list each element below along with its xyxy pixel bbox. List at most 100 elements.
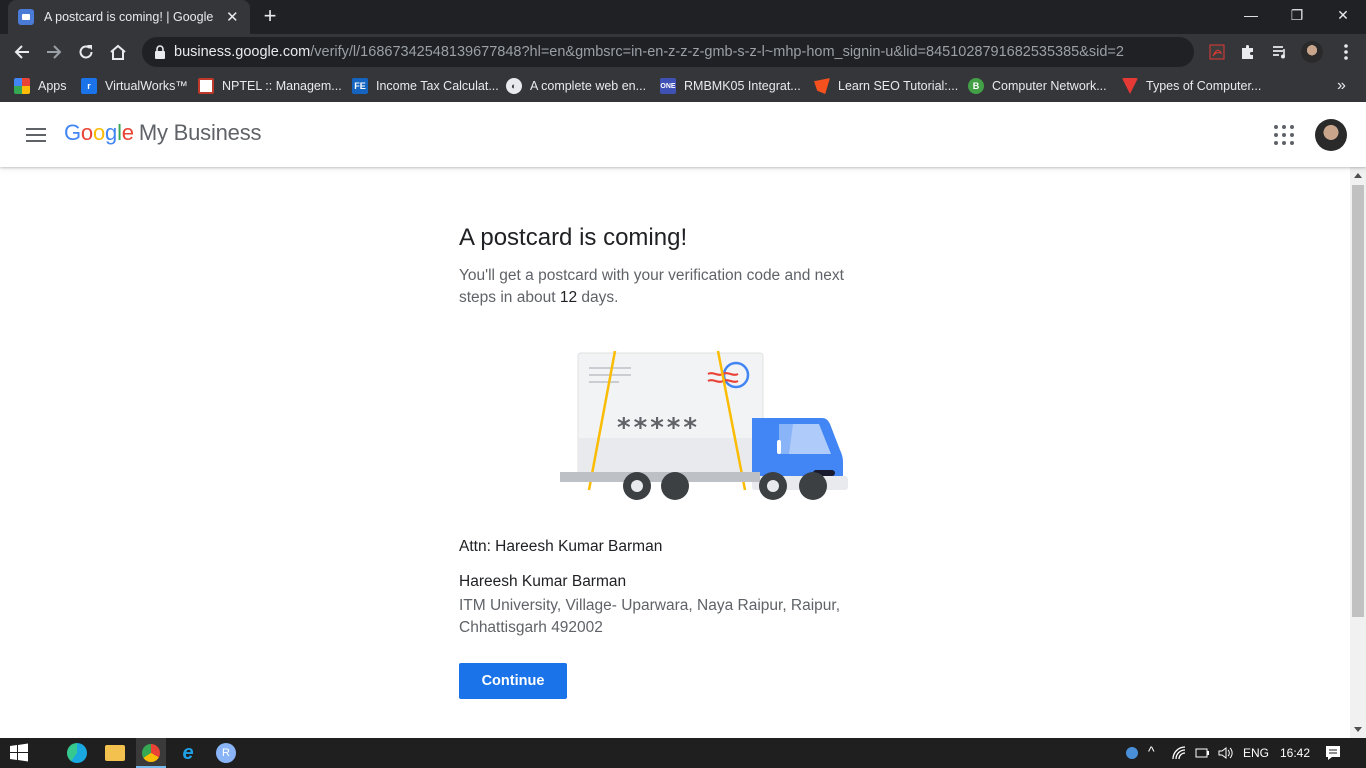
logo-letter: g bbox=[105, 120, 118, 145]
bookmark-virtualworks[interactable]: r VirtualWorks™ bbox=[81, 76, 188, 96]
one-icon: ONE bbox=[660, 78, 676, 94]
restore-button[interactable]: ❐ bbox=[1274, 0, 1320, 30]
logo-product-name: My Business bbox=[138, 120, 262, 145]
windows-taskbar: e R ^ ENG 16:42 bbox=[0, 738, 1366, 768]
help-tray-icon[interactable] bbox=[1126, 747, 1138, 759]
bookmark-computer-network[interactable]: B Computer Network... bbox=[968, 76, 1107, 96]
bookmark-apps[interactable]: Apps bbox=[14, 76, 67, 96]
scroll-up-icon[interactable] bbox=[1354, 173, 1362, 178]
battery-icon[interactable] bbox=[1194, 745, 1210, 761]
recipient-address: ITM University, Village- Uparwara, Naya … bbox=[459, 597, 841, 636]
address-bar[interactable]: business.google.com/verify/l/16867342548… bbox=[142, 37, 1194, 67]
recipient-name: Hareesh Kumar Barman bbox=[459, 573, 627, 590]
tab-title: A postcard is coming! | Google My Busine… bbox=[44, 10, 213, 24]
attn-line: Attn: Hareesh Kumar Barman bbox=[459, 538, 663, 555]
url-text: business.google.com/verify/l/16867342548… bbox=[174, 44, 1124, 60]
bookmark-types-computer[interactable]: Types of Computer... bbox=[1122, 76, 1261, 96]
close-window-button[interactable]: ✕ bbox=[1320, 0, 1366, 30]
google-my-business-logo[interactable]: Google My Business bbox=[64, 120, 262, 146]
chevron-up-icon[interactable]: ^ bbox=[1148, 743, 1155, 759]
lock-icon bbox=[155, 45, 165, 59]
chrome-icon bbox=[142, 744, 160, 762]
internet-explorer-icon[interactable]: e bbox=[178, 743, 198, 763]
profile-button[interactable] bbox=[1298, 38, 1326, 66]
account-avatar[interactable] bbox=[1315, 119, 1347, 151]
r-app-icon[interactable]: R bbox=[216, 743, 236, 763]
bookmark-label: RMBMK05 Integrat... bbox=[684, 79, 801, 93]
clock[interactable]: 16:42 bbox=[1280, 746, 1310, 760]
more-vert-icon bbox=[1344, 44, 1348, 60]
postcard-code: ***** bbox=[617, 413, 700, 443]
virtualworks-icon: r bbox=[81, 78, 97, 94]
puzzle-icon bbox=[1242, 45, 1253, 59]
gmb-favicon-icon bbox=[18, 9, 34, 25]
logo-letter: G bbox=[64, 120, 81, 145]
volume-icon[interactable] bbox=[1217, 745, 1233, 761]
scroll-down-icon[interactable] bbox=[1354, 727, 1362, 732]
scrollbar-thumb[interactable] bbox=[1352, 185, 1364, 617]
extensions-button[interactable] bbox=[1234, 38, 1262, 66]
bookmark-income-tax[interactable]: FE Income Tax Calculat... bbox=[352, 76, 499, 96]
url-host: business.google.com bbox=[174, 44, 311, 60]
pdf-icon bbox=[1209, 44, 1225, 60]
days-count: 12 bbox=[559, 289, 578, 306]
arrow-right-icon bbox=[47, 45, 62, 59]
bookmarks-bar: Apps r VirtualWorks™ NPTEL :: Managem...… bbox=[0, 70, 1366, 102]
bookmark-label: Income Tax Calculat... bbox=[376, 79, 499, 93]
windows-start-icon[interactable] bbox=[9, 743, 29, 763]
forward-button[interactable] bbox=[40, 38, 68, 66]
pdf-extension-button[interactable] bbox=[1203, 38, 1231, 66]
home-button[interactable] bbox=[104, 38, 132, 66]
reload-icon bbox=[79, 45, 93, 59]
bookmark-label: NPTEL :: Managem... bbox=[222, 79, 342, 93]
postcard-truck-illustration: ***** bbox=[560, 350, 848, 500]
browser-toolbar: business.google.com/verify/l/16867342548… bbox=[0, 34, 1366, 94]
logo-letter: e bbox=[121, 120, 134, 145]
language-indicator[interactable]: ENG bbox=[1243, 746, 1269, 760]
seo-icon bbox=[814, 78, 830, 94]
description-suffix: days. bbox=[577, 289, 619, 306]
url-path: /verify/l/16867342548139677848?hl=en&gmb… bbox=[310, 44, 1124, 60]
chrome-taskbar-button[interactable] bbox=[136, 738, 166, 768]
page-title: A postcard is coming! bbox=[459, 224, 688, 251]
minimize-button[interactable]: — bbox=[1228, 0, 1274, 30]
bookmark-label: Learn SEO Tutorial:... bbox=[838, 79, 959, 93]
edge-icon[interactable] bbox=[67, 743, 87, 763]
apps-icon bbox=[14, 78, 30, 94]
verification-description: You'll get a postcard with your verifica… bbox=[459, 265, 879, 309]
bookmark-web-en[interactable]: ◐ A complete web en... bbox=[506, 76, 646, 96]
nptel-icon bbox=[198, 78, 214, 94]
back-button[interactable] bbox=[8, 38, 36, 66]
file-explorer-icon[interactable] bbox=[105, 745, 125, 761]
chrome-menu-button[interactable] bbox=[1332, 38, 1360, 66]
tab-strip: A postcard is coming! | Google My Busine… bbox=[0, 0, 1366, 34]
app-header: Google My Business bbox=[0, 102, 1366, 167]
reload-button[interactable] bbox=[72, 38, 100, 66]
bookmark-label: Computer Network... bbox=[992, 79, 1107, 93]
description-text: You'll get a postcard with your verifica… bbox=[459, 267, 844, 306]
google-apps-icon[interactable] bbox=[1274, 125, 1294, 145]
bookmark-label: Types of Computer... bbox=[1146, 79, 1262, 93]
media-button[interactable] bbox=[1266, 38, 1294, 66]
playlist-icon bbox=[1273, 46, 1285, 59]
bookmark-seo[interactable]: Learn SEO Tutorial:... bbox=[814, 76, 958, 96]
new-tab-button[interactable]: + bbox=[260, 5, 280, 27]
menu-icon[interactable] bbox=[26, 128, 46, 142]
page-scrollbar[interactable] bbox=[1350, 167, 1366, 738]
arrow-left-icon bbox=[14, 45, 29, 59]
notifications-icon[interactable] bbox=[1324, 744, 1342, 762]
logo-letter: o bbox=[92, 120, 106, 145]
globe-icon: ◐ bbox=[506, 78, 522, 94]
bookmark-label: VirtualWorks™ bbox=[105, 79, 188, 93]
tab-close-icon[interactable]: ✕ bbox=[225, 8, 240, 26]
profile-avatar bbox=[1301, 41, 1323, 63]
continue-button[interactable]: Continue bbox=[459, 663, 567, 699]
browser-tab[interactable]: A postcard is coming! | Google My Busine… bbox=[8, 0, 250, 34]
bookmark-rmbmk05[interactable]: ONE RMBMK05 Integrat... bbox=[660, 76, 801, 96]
b-icon: B bbox=[968, 78, 984, 94]
wifi-icon[interactable] bbox=[1171, 745, 1187, 761]
bookmark-label: Apps bbox=[38, 79, 67, 93]
bookmarks-overflow-button[interactable]: » bbox=[1337, 76, 1346, 96]
bookmark-label: A complete web en... bbox=[530, 79, 647, 93]
bookmark-nptel[interactable]: NPTEL :: Managem... bbox=[198, 76, 342, 96]
